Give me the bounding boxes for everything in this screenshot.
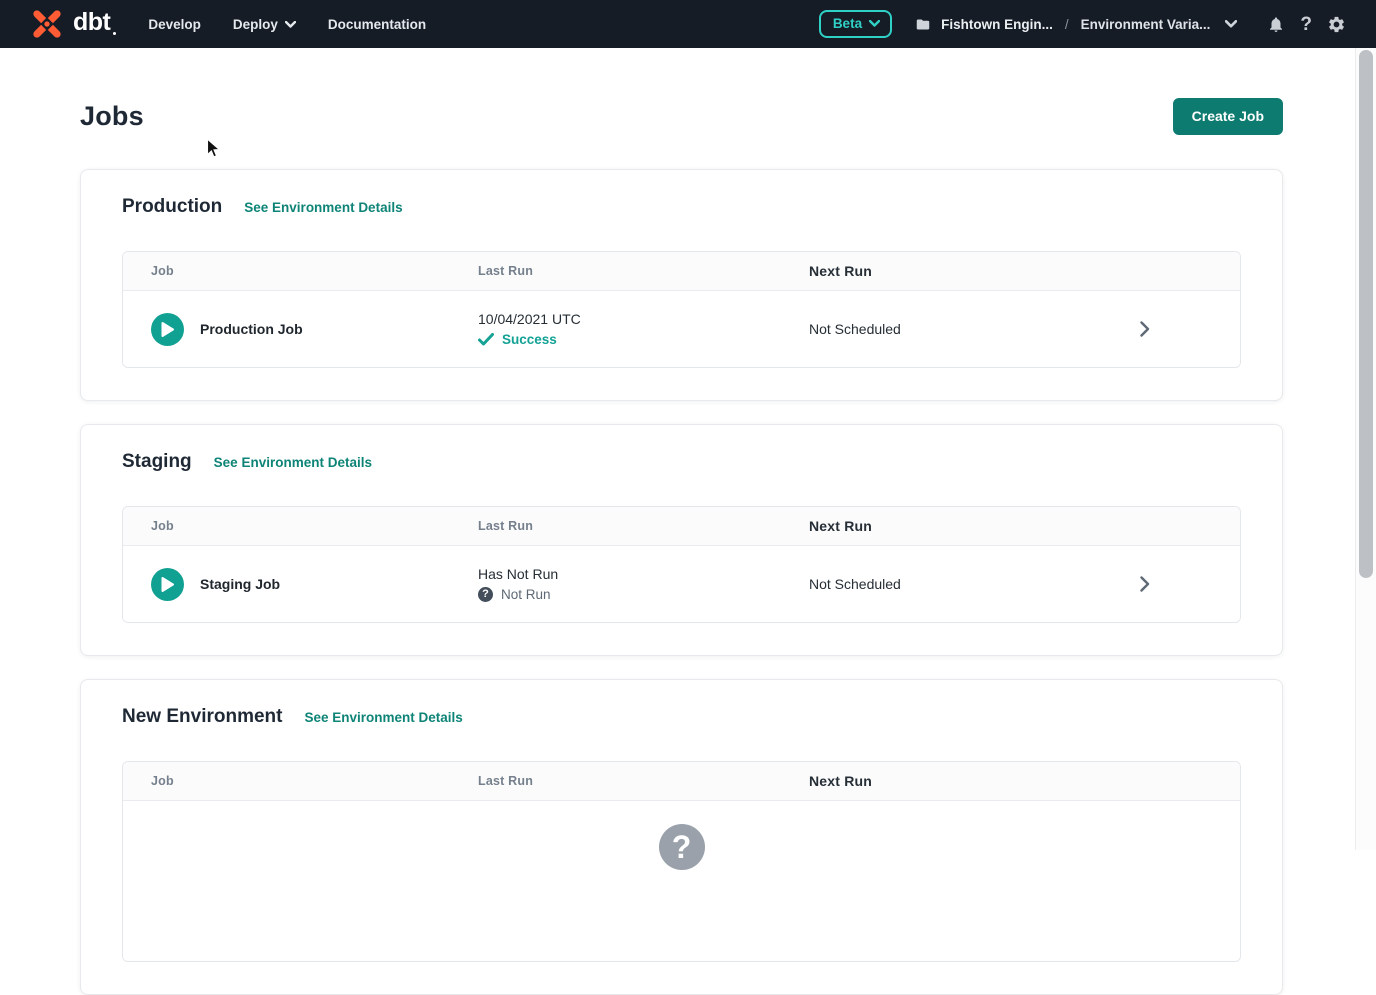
top-navbar: dbt Develop Deploy Documentation Beta	[0, 0, 1376, 48]
beta-dropdown[interactable]: Beta	[819, 10, 892, 38]
job-row-staging-job[interactable]: Staging Job Has Not Run ? Not Run Not Sc…	[123, 546, 1240, 622]
nav-deploy-label: Deploy	[233, 17, 278, 32]
column-header-next-run: Next Run	[809, 518, 1050, 534]
last-run-date: 10/04/2021 UTC	[478, 311, 809, 327]
gear-icon[interactable]	[1327, 15, 1346, 34]
see-environment-details-link[interactable]: See Environment Details	[244, 200, 402, 215]
jobs-table-header: Job Last Run Next Run	[123, 762, 1240, 801]
column-header-job: Job	[123, 519, 478, 533]
play-icon	[161, 577, 174, 592]
environment-header: New Environment See Environment Details	[122, 706, 1241, 728]
nav-documentation[interactable]: Documentation	[328, 17, 426, 32]
last-run-date: Has Not Run	[478, 566, 809, 582]
nav-develop[interactable]: Develop	[148, 17, 201, 32]
empty-jobs-row: ?	[123, 801, 1240, 961]
column-header-last-run: Last Run	[478, 774, 809, 788]
environment-name: New Environment	[122, 706, 282, 728]
navbar-left: dbt Develop Deploy Documentation	[28, 5, 426, 43]
question-circle-icon: ?	[659, 824, 705, 870]
chevron-down-icon	[1225, 20, 1237, 28]
job-row-production-job[interactable]: Production Job 10/04/2021 UTC Success No…	[123, 291, 1240, 367]
create-job-button[interactable]: Create Job	[1173, 98, 1283, 135]
environment-name: Staging	[122, 451, 192, 473]
nav-develop-label: Develop	[148, 17, 201, 32]
column-header-next-run: Next Run	[809, 263, 1050, 279]
scrollbar-thumb[interactable]	[1359, 50, 1373, 578]
last-run-cell: 10/04/2021 UTC Success	[478, 311, 809, 347]
breadcrumb[interactable]: Fishtown Engin... / Environment Varia...	[914, 17, 1237, 32]
nav-deploy[interactable]: Deploy	[233, 17, 296, 32]
dbt-logo[interactable]: dbt	[28, 5, 116, 43]
navbar-icon-group: ?	[1267, 15, 1346, 34]
see-environment-details-link[interactable]: See Environment Details	[214, 455, 372, 470]
chevron-right-icon	[1140, 576, 1150, 592]
job-name: Production Job	[200, 321, 303, 337]
status-label: Not Run	[501, 587, 551, 602]
environment-card-new-environment: New Environment See Environment Details …	[80, 679, 1283, 995]
environment-card-staging: Staging See Environment Details Job Last…	[80, 424, 1283, 656]
question-circle-icon: ?	[478, 587, 493, 602]
page-title: Jobs	[80, 101, 144, 132]
check-icon	[478, 333, 494, 346]
breadcrumb-separator: /	[1065, 17, 1069, 32]
main-nav: Develop Deploy Documentation	[148, 17, 426, 32]
nav-documentation-label: Documentation	[328, 17, 426, 32]
see-environment-details-link[interactable]: See Environment Details	[304, 710, 462, 725]
column-header-last-run: Last Run	[478, 264, 809, 278]
breadcrumb-section[interactable]: Environment Varia...	[1081, 17, 1211, 32]
bell-icon[interactable]	[1267, 15, 1285, 34]
next-run-cell: Not Scheduled	[809, 321, 1050, 337]
column-header-last-run: Last Run	[478, 519, 809, 533]
environment-name: Production	[122, 196, 222, 218]
dbt-logo-trademark-dot	[113, 32, 116, 35]
chevron-right-icon	[1140, 321, 1150, 337]
environment-header: Production See Environment Details	[122, 196, 1241, 218]
jobs-table-header: Job Last Run Next Run	[123, 507, 1240, 546]
chevron-down-icon	[869, 20, 880, 27]
navbar-right: Beta Fishtown Engin... / Environment Var…	[819, 10, 1346, 38]
jobs-table: Job Last Run Next Run ?	[122, 761, 1241, 962]
jobs-table: Job Last Run Next Run Staging Job Has No…	[122, 506, 1241, 623]
run-job-button[interactable]	[151, 313, 184, 346]
last-run-cell: Has Not Run ? Not Run	[478, 566, 809, 602]
column-header-next-run: Next Run	[809, 773, 1050, 789]
scrollbar-track	[1355, 48, 1376, 850]
column-header-job: Job	[123, 264, 478, 278]
column-header-job: Job	[123, 774, 478, 788]
row-arrow-cell	[1050, 576, 1240, 592]
chevron-down-icon	[285, 21, 296, 28]
job-name: Staging Job	[200, 576, 280, 592]
breadcrumb-project[interactable]: Fishtown Engin...	[941, 17, 1053, 32]
job-cell: Staging Job	[123, 568, 478, 601]
jobs-table: Job Last Run Next Run Production Job 10/…	[122, 251, 1241, 368]
folder-icon	[914, 17, 932, 32]
row-arrow-cell	[1050, 321, 1240, 337]
environment-card-production: Production See Environment Details Job L…	[80, 169, 1283, 401]
dbt-logo-icon	[28, 5, 66, 43]
run-job-button[interactable]	[151, 568, 184, 601]
help-icon[interactable]: ?	[1300, 15, 1312, 34]
play-icon	[161, 322, 174, 337]
job-cell: Production Job	[123, 313, 478, 346]
environment-header: Staging See Environment Details	[122, 451, 1241, 473]
last-run-status: Success	[478, 332, 809, 347]
status-label: Success	[502, 332, 557, 347]
last-run-status: ? Not Run	[478, 587, 809, 602]
main-content: Jobs Create Job Production See Environme…	[0, 0, 1376, 995]
jobs-table-header: Job Last Run Next Run	[123, 252, 1240, 291]
dbt-logo-text: dbt	[73, 10, 110, 38]
beta-label: Beta	[833, 16, 862, 31]
page-header: Jobs Create Job	[80, 98, 1283, 135]
next-run-cell: Not Scheduled	[809, 576, 1050, 592]
